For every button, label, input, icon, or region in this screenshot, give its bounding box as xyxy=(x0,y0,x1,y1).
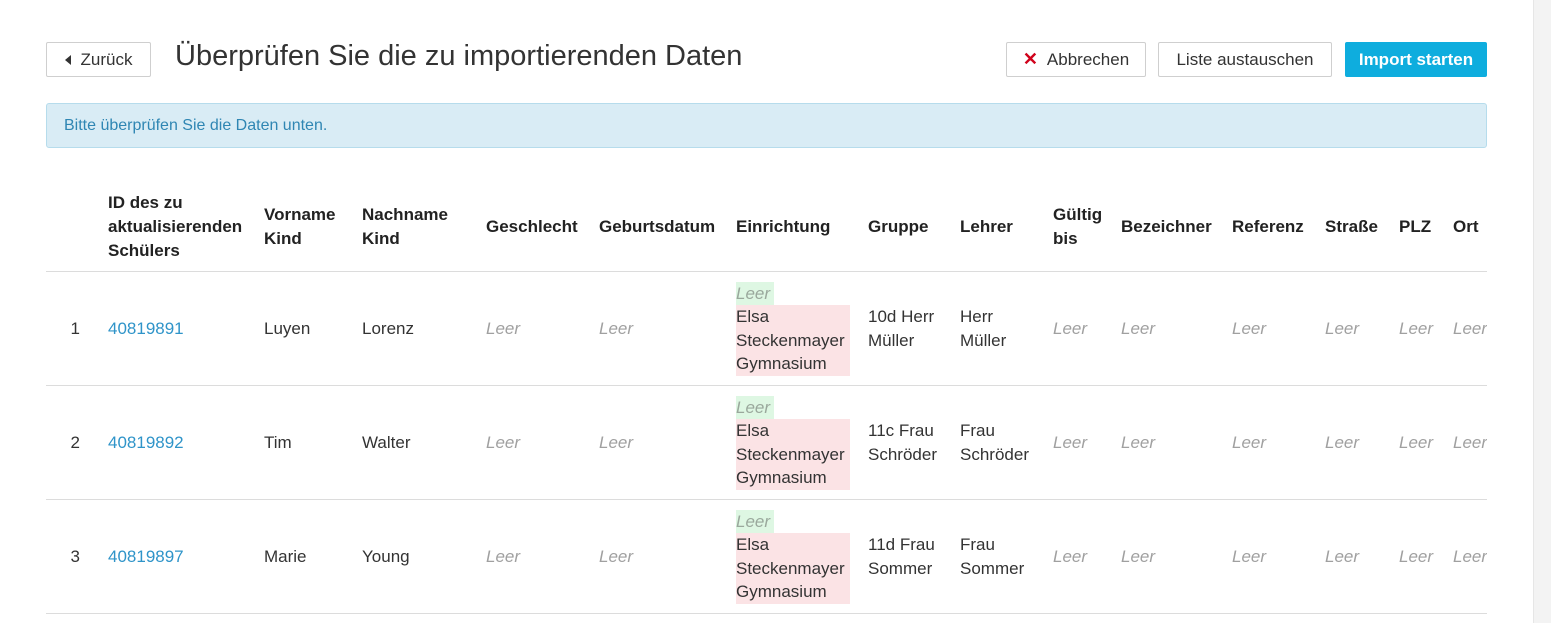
last-name-cell: Lorenz xyxy=(352,271,476,386)
column-header-valid-until[interactable]: Gültig bis xyxy=(1043,185,1111,272)
page-title: Überprüfen Sie die zu importierenden Dat… xyxy=(175,40,743,72)
identifier-cell: Leer xyxy=(1111,499,1222,614)
student-id-cell: 40819892 xyxy=(98,385,254,500)
reference-cell: Leer xyxy=(1222,499,1315,614)
reference-cell: Leer xyxy=(1222,271,1315,386)
valid-until-cell: Leer xyxy=(1043,499,1111,614)
street-cell: Leer xyxy=(1315,271,1389,386)
table-row: 3 40819897 Marie Young Leer Leer Leer El… xyxy=(46,499,1487,614)
first-name-cell: Tim xyxy=(254,385,352,500)
student-id-link[interactable]: 40819891 xyxy=(108,319,184,338)
column-header-teacher[interactable]: Lehrer xyxy=(950,185,1043,272)
column-header-index xyxy=(46,185,98,272)
close-icon: ✕ xyxy=(1022,49,1038,69)
column-header-city[interactable]: Ort xyxy=(1443,185,1487,272)
teacher-cell: Frau Schröder xyxy=(950,385,1043,500)
valid-until-cell: Leer xyxy=(1043,385,1111,500)
institution-cell: Leer Elsa Steckenmayer Gymnasium xyxy=(726,271,858,386)
birthdate-cell: Leer xyxy=(589,499,726,614)
student-id-cell: 40819897 xyxy=(98,499,254,614)
city-cell: Leer xyxy=(1443,499,1487,614)
group-cell: 11c Frau Schröder xyxy=(858,385,950,500)
info-banner-text: Bitte überprüfen Sie die Daten unten. xyxy=(64,116,328,134)
first-name-cell: Luyen xyxy=(254,271,352,386)
teacher-cell: Herr Müller xyxy=(950,271,1043,386)
table-row: 1 40819891 Luyen Lorenz Leer Leer Leer E… xyxy=(46,271,1487,386)
import-table: ID des zu aktualisierenden Schülers Vorn… xyxy=(46,185,1487,614)
column-header-street[interactable]: Straße xyxy=(1315,185,1389,272)
info-banner: Bitte überprüfen Sie die Daten unten. xyxy=(46,103,1487,148)
gender-cell: Leer xyxy=(476,271,589,386)
replace-list-button[interactable]: Liste austauschen xyxy=(1158,42,1332,77)
student-id-link[interactable]: 40819892 xyxy=(108,433,184,452)
gender-cell: Leer xyxy=(476,385,589,500)
column-header-reference[interactable]: Referenz xyxy=(1222,185,1315,272)
gender-cell: Leer xyxy=(476,499,589,614)
student-id-link[interactable]: 40819897 xyxy=(108,547,184,566)
table-row: 2 40819892 Tim Walter Leer Leer Leer Els… xyxy=(46,385,1487,500)
identifier-cell: Leer xyxy=(1111,385,1222,500)
cancel-button-label: Abbrechen xyxy=(1046,49,1130,69)
last-name-cell: Walter xyxy=(352,385,476,500)
back-button[interactable]: Zurück xyxy=(46,42,151,77)
table-header-row: ID des zu aktualisierenden Schülers Vorn… xyxy=(46,185,1487,272)
start-import-button-label: Import starten xyxy=(1358,49,1474,69)
column-header-last-name[interactable]: Nachname Kind xyxy=(352,185,476,272)
birthdate-cell: Leer xyxy=(589,385,726,500)
column-header-group[interactable]: Gruppe xyxy=(858,185,950,272)
institution-old-value: Elsa Steckenmayer Gymnasium xyxy=(736,419,850,490)
first-name-cell: Marie xyxy=(254,499,352,614)
start-import-button[interactable]: Import starten xyxy=(1345,42,1487,77)
institution-old-value: Elsa Steckenmayer Gymnasium xyxy=(736,305,850,376)
back-button-label: Zurück xyxy=(80,49,133,69)
row-number: 2 xyxy=(46,385,98,500)
page-scrollbar[interactable] xyxy=(1533,0,1551,623)
teacher-cell: Frau Sommer xyxy=(950,499,1043,614)
cancel-button[interactable]: ✕ Abbrechen xyxy=(1006,42,1146,77)
zip-cell: Leer xyxy=(1389,271,1443,386)
caret-left-icon xyxy=(64,54,71,65)
reference-cell: Leer xyxy=(1222,385,1315,500)
import-review-page: Zurück Überprüfen Sie die zu importieren… xyxy=(46,0,1487,614)
group-cell: 10d Herr Müller xyxy=(858,271,950,386)
page-header: Zurück Überprüfen Sie die zu importieren… xyxy=(46,0,1487,103)
institution-new-value: Leer xyxy=(736,281,775,305)
institution-old-value: Elsa Steckenmayer Gymnasium xyxy=(736,533,850,604)
column-header-id[interactable]: ID des zu aktualisierenden Schülers xyxy=(98,185,254,272)
student-id-cell: 40819891 xyxy=(98,271,254,386)
import-table-container: ID des zu aktualisierenden Schülers Vorn… xyxy=(46,185,1487,614)
valid-until-cell: Leer xyxy=(1043,271,1111,386)
zip-cell: Leer xyxy=(1389,385,1443,500)
zip-cell: Leer xyxy=(1389,499,1443,614)
street-cell: Leer xyxy=(1315,499,1389,614)
row-number: 3 xyxy=(46,499,98,614)
row-number: 1 xyxy=(46,271,98,386)
column-header-identifier[interactable]: Bezeichner xyxy=(1111,185,1222,272)
column-header-zip[interactable]: PLZ xyxy=(1389,185,1443,272)
institution-cell: Leer Elsa Steckenmayer Gymnasium xyxy=(726,385,858,500)
column-header-gender[interactable]: Geschlecht xyxy=(476,185,589,272)
institution-new-value: Leer xyxy=(736,395,775,419)
column-header-birthdate[interactable]: Geburtsdatum xyxy=(589,185,726,272)
group-cell: 11d Frau Sommer xyxy=(858,499,950,614)
birthdate-cell: Leer xyxy=(589,271,726,386)
column-header-first-name[interactable]: Vorname Kind xyxy=(254,185,352,272)
last-name-cell: Young xyxy=(352,499,476,614)
identifier-cell: Leer xyxy=(1111,271,1222,386)
institution-cell: Leer Elsa Steckenmayer Gymnasium xyxy=(726,499,858,614)
institution-new-value: Leer xyxy=(736,509,775,533)
city-cell: Leer xyxy=(1443,271,1487,386)
replace-list-button-label: Liste austauschen xyxy=(1176,49,1314,69)
column-header-institution[interactable]: Einrichtung xyxy=(726,185,858,272)
street-cell: Leer xyxy=(1315,385,1389,500)
city-cell: Leer xyxy=(1443,385,1487,500)
